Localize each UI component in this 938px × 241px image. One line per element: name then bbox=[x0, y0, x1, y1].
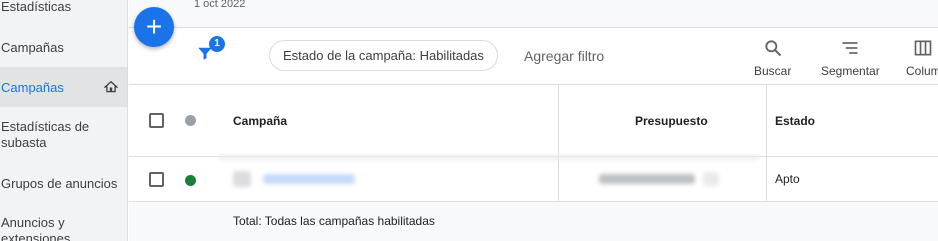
sidebar-item-label: Anuncios y extensiones bbox=[1, 215, 71, 241]
header-budget[interactable]: Presupuesto bbox=[635, 114, 708, 128]
campaigns-table: Campaña Presupuesto Estado Apto Total: T… bbox=[129, 85, 938, 241]
table-row: Apto bbox=[129, 157, 938, 202]
header-campaign[interactable]: Campaña bbox=[233, 114, 287, 128]
total-label: Total: Todas las campañas habilitadas bbox=[233, 214, 435, 228]
date-range-bar: 1 oct 2022 bbox=[129, 0, 938, 28]
sidebar: Estadísticas Campañas Campañas Estadísti… bbox=[0, 0, 128, 241]
sidebar-item-label: Estadísticas de subasta bbox=[1, 119, 90, 150]
search-icon bbox=[765, 40, 781, 57]
sidebar-item-campanas[interactable]: Campañas bbox=[0, 40, 127, 58]
sidebar-item-estadisticas-subasta[interactable]: Estadísticas de subasta bbox=[0, 119, 127, 155]
campaign-type-icon bbox=[233, 171, 251, 187]
plus-icon: + bbox=[145, 11, 163, 42]
enabled-status-dot bbox=[185, 175, 196, 186]
sidebar-item-anuncios-extensiones[interactable]: Anuncios y extensiones bbox=[0, 215, 127, 241]
search-label: Buscar bbox=[754, 64, 792, 78]
search-button[interactable]: Buscar bbox=[754, 38, 791, 78]
date-range-text: 1 oct 2022 bbox=[194, 0, 246, 10]
segment-icon bbox=[842, 42, 858, 54]
select-all-checkbox[interactable] bbox=[149, 113, 164, 128]
row-checkbox[interactable] bbox=[149, 172, 164, 187]
edit-budget-icon[interactable] bbox=[703, 172, 719, 186]
sidebar-item-label: Campañas bbox=[1, 80, 64, 95]
add-button[interactable]: + bbox=[134, 7, 174, 47]
campaign-name-link[interactable] bbox=[263, 174, 355, 184]
sidebar-item-label: Estadísticas bbox=[1, 0, 72, 14]
sidebar-item-estadisticas[interactable]: Estadísticas bbox=[0, 0, 127, 17]
filter-chip-status[interactable]: Estado de la campaña: Habilitadas bbox=[269, 40, 498, 71]
segment-button[interactable]: Segmentar bbox=[821, 38, 880, 78]
budget-value bbox=[599, 174, 695, 184]
total-row: Total: Todas las campañas habilitadas bbox=[129, 202, 938, 241]
columns-icon bbox=[915, 40, 932, 56]
sidebar-item-label: Campañas bbox=[1, 40, 64, 55]
add-filter-button[interactable]: Agregar filtro bbox=[524, 48, 604, 64]
sidebar-item-campanas-active[interactable]: Campañas bbox=[0, 67, 127, 107]
status-header-dot bbox=[185, 115, 196, 126]
columns-button[interactable]: Colum bbox=[906, 38, 938, 78]
table-header-row: Campaña Presupuesto Estado bbox=[129, 85, 938, 163]
sidebar-item-label: Grupos de anuncios bbox=[1, 176, 118, 191]
header-status[interactable]: Estado bbox=[775, 114, 815, 128]
sidebar-item-grupos-anuncios[interactable]: Grupos de anuncios bbox=[0, 176, 127, 194]
filter-count-badge: 1 bbox=[209, 36, 225, 52]
columns-label: Colum bbox=[906, 64, 938, 78]
home-icon bbox=[104, 80, 118, 93]
status-value: Apto bbox=[775, 172, 800, 186]
segment-label: Segmentar bbox=[821, 64, 880, 78]
